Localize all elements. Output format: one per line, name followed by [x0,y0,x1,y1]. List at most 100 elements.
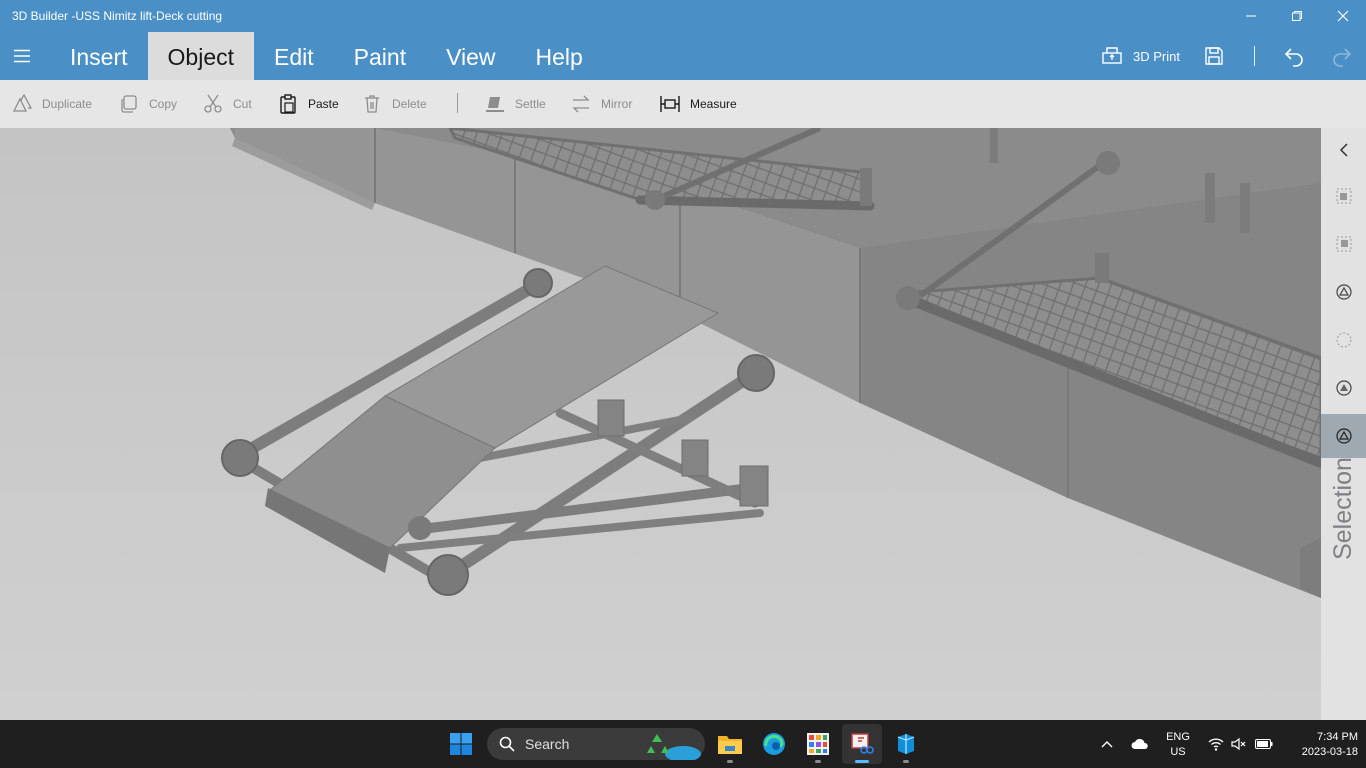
volume-status[interactable] [1228,720,1250,768]
duplicate-label: Duplicate [42,97,93,111]
tab-edit[interactable]: Edit [254,32,334,80]
battery-icon [1255,739,1273,749]
taskbar-clock[interactable]: 7:34 PM 2023-03-18 [1284,730,1358,760]
duplicate-button[interactable]: Duplicate [12,80,92,128]
toolbar-separator [457,93,458,113]
circle-select-icon [1336,332,1351,348]
calculator-app-button[interactable] [798,724,838,764]
menu-bar: Insert Object Edit Paint View Help 3D Pr… [0,32,1366,80]
folder-icon [718,736,742,754]
mirror-arrows-icon [572,95,590,113]
paste-button[interactable]: Paste [278,80,339,128]
window-title: 3D Builder -USS Nimitz lift-Deck cutting [12,9,223,23]
recycle-highlight-icon [647,734,701,760]
undo-icon [1284,48,1303,67]
cut-label: Cut [233,97,252,111]
region-code: US [1170,746,1186,758]
close-button[interactable] [1320,0,1366,32]
selection-panel-label[interactable]: Selection [1321,456,1366,560]
delete-button[interactable]: Delete [362,80,427,128]
start-button[interactable] [441,724,481,764]
running-indicator [727,760,733,763]
tab-view[interactable]: View [426,32,515,80]
select-object-button[interactable] [1321,414,1366,458]
wifi-status[interactable] [1205,720,1227,768]
file-explorer-button[interactable] [710,724,750,764]
battery-status[interactable] [1253,720,1275,768]
edge-browser-icon [763,733,785,755]
measure-label: Measure [690,97,737,111]
measure-button[interactable]: Measure [660,80,737,128]
tab-insert[interactable]: Insert [50,32,148,80]
restore-button[interactable] [1274,0,1320,32]
edge-browser-button[interactable] [754,724,794,764]
3d-print-label: 3D Print [1133,48,1180,64]
save-button[interactable] [1203,32,1225,80]
minimize-icon [1246,15,1256,17]
3d-printer-icon [1102,47,1122,64]
clipboard-icon [280,94,296,114]
select-inverse-button[interactable] [1321,222,1366,266]
save-icon [1205,47,1223,65]
app-window: 3D Builder -USS Nimitz lift-Deck cutting… [0,0,1366,768]
taskbar-search-box[interactable]: Search [487,728,705,760]
paste-label: Paste [308,97,339,111]
search-label: Search [525,736,570,752]
input-language-indicator[interactable]: ENG US [1163,730,1193,760]
object-select-icon [1335,428,1352,444]
onedrive-button[interactable] [1128,720,1152,768]
redo-button[interactable] [1331,32,1353,80]
hamburger-icon [14,49,30,63]
clock-date: 2023-03-18 [1301,746,1358,758]
snipping-tool-button[interactable] [842,724,882,764]
3d-builder-taskbar-button[interactable] [886,724,926,764]
measure-icon [660,96,680,112]
hamburger-menu-button[interactable] [10,44,34,68]
select-face-button[interactable] [1321,366,1366,410]
3d-builder-icon [897,734,915,754]
clock-time: 7:34 PM [1317,731,1358,743]
select-circle-button[interactable] [1321,318,1366,362]
select-inverse-icon [1336,236,1351,252]
cut-button[interactable]: Cut [203,80,252,128]
copy-icon [121,95,137,113]
selection-label: Selection [1329,456,1358,560]
colorful-grid-app-icon [807,733,829,755]
chevron-up-icon [1101,741,1113,748]
delete-label: Delete [392,97,427,111]
redo-icon [1333,48,1352,67]
settle-button[interactable]: Settle [485,80,546,128]
title-bar: 3D Builder -USS Nimitz lift-Deck cutting [0,0,1366,32]
minimize-button[interactable] [1228,0,1274,32]
menu-separator [1254,46,1255,66]
tab-paint[interactable]: Paint [334,32,426,80]
menu-tabs: Insert Object Edit Paint View Help [50,32,603,80]
close-icon [1337,10,1349,22]
show-hidden-icons-button[interactable] [1097,720,1117,768]
3d-model-scene [0,128,1321,720]
copy-button[interactable]: Copy [119,80,177,128]
wifi-icon [1208,738,1224,751]
select-mesh-button[interactable] [1321,270,1366,314]
selection-side-panel: Selection [1321,128,1366,720]
select-objects-icon [1336,188,1351,204]
copy-label: Copy [149,97,178,111]
collapse-panel-button[interactable] [1321,128,1366,172]
restore-icon [1292,11,1302,21]
cloud-icon [1131,738,1148,749]
3d-viewport[interactable] [0,128,1321,720]
face-select-icon [1335,380,1352,396]
scissors-icon [204,94,222,113]
chevron-left-icon [1339,143,1348,157]
running-indicator [903,760,909,763]
undo-button[interactable] [1283,32,1305,80]
3d-print-button[interactable]: 3D Print [1101,32,1180,80]
tab-object[interactable]: Object [147,32,255,80]
search-icon [499,736,515,752]
duplicate-icon [12,94,32,112]
running-indicator [815,760,821,763]
mirror-button[interactable]: Mirror [571,80,632,128]
select-all-button[interactable] [1321,174,1366,218]
language-code: ENG [1166,731,1190,743]
tab-help[interactable]: Help [516,32,603,80]
